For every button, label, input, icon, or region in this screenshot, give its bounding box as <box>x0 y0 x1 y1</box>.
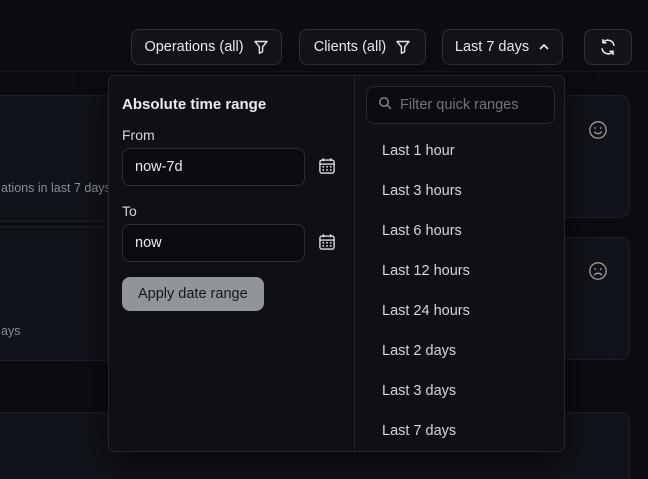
to-calendar-button[interactable] <box>315 231 339 255</box>
quick-range-item-last-12-hours[interactable]: Last 12 hours <box>355 251 566 291</box>
quick-range-item-last-7-days[interactable]: Last 7 days <box>355 411 566 451</box>
background-card-subtitle: ays <box>1 324 20 338</box>
time-range-picker-button[interactable]: Last 7 days <box>442 29 563 65</box>
top-toolbar: Operations (all) Clients (all) Last 7 da… <box>0 0 648 72</box>
time-picker-dropdown: Absolute time range From To <box>108 75 565 452</box>
quick-range-item-last-3-days[interactable]: Last 3 days <box>355 371 566 411</box>
background-card-subtitle: ations in last 7 days <box>1 181 111 195</box>
operations-filter-label: Operations (all) <box>144 39 243 55</box>
filter-quick-ranges-input[interactable] <box>400 97 543 113</box>
filter-funnel-icon <box>253 39 269 55</box>
quick-range-item-last-2-days[interactable]: Last 2 days <box>355 331 566 371</box>
app-root: ations in last 7 days ays Operations (al… <box>0 0 648 479</box>
from-calendar-button[interactable] <box>315 155 339 179</box>
time-range-label: Last 7 days <box>455 39 529 55</box>
apply-date-range-button[interactable]: Apply date range <box>122 277 264 311</box>
quick-range-item-last-6-hours[interactable]: Last 6 hours <box>355 211 566 251</box>
smiley-sad-icon <box>587 260 609 287</box>
calendar-icon <box>318 157 336 178</box>
clients-filter-button[interactable]: Clients (all) <box>299 29 426 65</box>
from-input[interactable] <box>122 148 305 186</box>
from-label: From <box>122 127 155 143</box>
calendar-icon <box>318 233 336 254</box>
refresh-icon <box>599 38 617 56</box>
chevron-up-icon <box>538 41 550 53</box>
absolute-time-range-title: Absolute time range <box>122 96 266 113</box>
to-input[interactable] <box>122 224 305 262</box>
clients-filter-label: Clients (all) <box>314 39 387 55</box>
quick-range-item-last-24-hours[interactable]: Last 24 hours <box>355 291 566 331</box>
smiley-happy-icon <box>587 119 609 146</box>
operations-filter-button[interactable]: Operations (all) <box>131 29 282 65</box>
quick-ranges-pane: Last 1 hourLast 3 hoursLast 6 hoursLast … <box>355 76 566 451</box>
search-icon <box>378 96 392 115</box>
filter-funnel-icon <box>395 39 411 55</box>
to-label: To <box>122 203 137 219</box>
quick-range-item-last-1-hour[interactable]: Last 1 hour <box>355 131 566 171</box>
quick-range-item-last-3-hours[interactable]: Last 3 hours <box>355 171 566 211</box>
quick-ranges-search[interactable] <box>366 86 555 124</box>
refresh-button[interactable] <box>584 29 632 65</box>
quick-ranges-list: Last 1 hourLast 3 hoursLast 6 hoursLast … <box>355 131 566 451</box>
